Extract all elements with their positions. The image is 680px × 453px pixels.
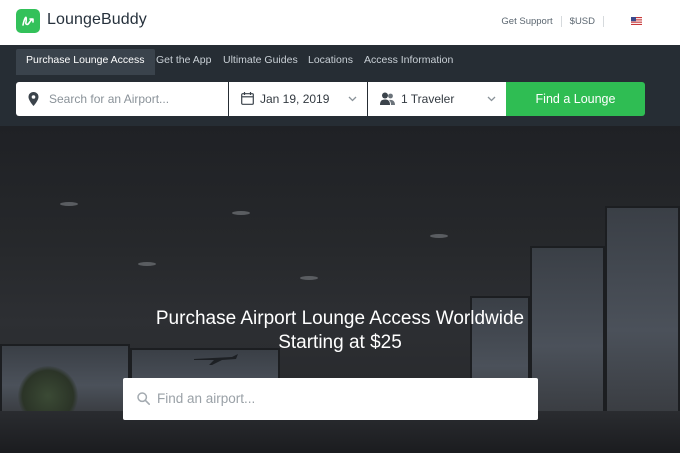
- nav-get-the-app[interactable]: Get the App: [156, 45, 211, 75]
- ceiling-light: [138, 262, 156, 266]
- nav-purchase-lounge-access[interactable]: Purchase Lounge Access: [16, 49, 155, 75]
- us-flag-icon[interactable]: [631, 17, 642, 25]
- date-picker[interactable]: Jan 19, 2019: [229, 82, 367, 116]
- hero-subtitle: Starting at $25: [278, 332, 402, 353]
- travelers-value: 1 Traveler: [401, 92, 455, 106]
- divider: [603, 16, 604, 27]
- ceiling-light: [60, 202, 78, 206]
- airport-search-placeholder: Search for an Airport...: [49, 92, 170, 106]
- hero-title: Purchase Airport Lounge Access Worldwide: [155, 308, 525, 329]
- location-pin-icon: [28, 92, 39, 106]
- calendar-icon: [241, 92, 254, 105]
- currency-selector[interactable]: $USD: [570, 16, 595, 27]
- airport-search-input[interactable]: Search for an Airport...: [16, 82, 228, 116]
- nav-access-information[interactable]: Access Information: [364, 45, 453, 75]
- find-a-lounge-button[interactable]: Find a Lounge: [506, 82, 645, 116]
- date-value: Jan 19, 2019: [260, 92, 330, 106]
- divider: [560, 16, 562, 27]
- hero-search-placeholder: Find an airport...: [157, 391, 256, 406]
- chevron-down-icon: [348, 96, 357, 102]
- main-nav: Purchase Lounge Access Get the App Ultim…: [0, 45, 680, 75]
- nav-locations[interactable]: Locations: [308, 45, 353, 75]
- top-header: LoungeBuddy Get Support $USD: [0, 0, 680, 45]
- brand-name[interactable]: LoungeBuddy: [47, 11, 147, 29]
- travelers-icon: [380, 92, 395, 105]
- traveler-selector[interactable]: 1 Traveler: [368, 82, 506, 116]
- chevron-down-icon: [487, 96, 496, 102]
- ceiling-light: [300, 276, 318, 280]
- hero-airport-search-input[interactable]: Find an airport...: [123, 378, 538, 420]
- ceiling-light: [232, 211, 250, 215]
- header-links: Get Support $USD: [501, 16, 612, 27]
- nav-ultimate-guides[interactable]: Ultimate Guides: [223, 45, 298, 75]
- get-support-link[interactable]: Get Support: [501, 16, 552, 27]
- search-icon: [137, 392, 150, 405]
- hero-banner: Purchase Airport Lounge Access Worldwide…: [0, 126, 680, 453]
- search-bar: Search for an Airport... Jan 19, 2019 1 …: [0, 75, 680, 126]
- ceiling-light: [430, 234, 448, 238]
- loungebuddy-logo-icon[interactable]: [16, 9, 40, 33]
